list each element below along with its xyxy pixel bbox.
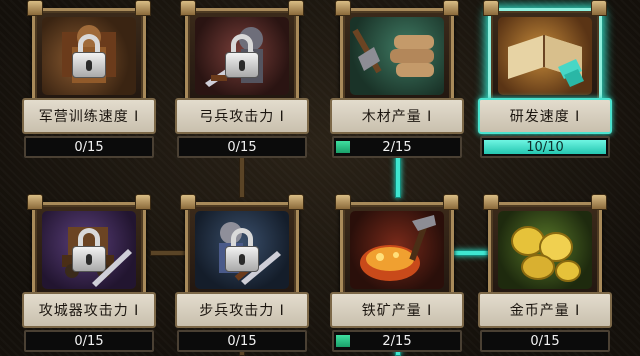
connector-line-active <box>395 156 401 198</box>
card-title: 研发速度 I <box>509 109 581 125</box>
training-dummy-icon <box>42 17 136 95</box>
card-title-plate: 步兵攻击力 I <box>175 292 309 328</box>
tech-card-infantry-attack[interactable]: 步兵攻击力 I 0/15 <box>175 194 309 354</box>
tech-card-gold-production[interactable]: 金币产量 I 0/15 <box>478 194 612 354</box>
card-title: 步兵攻击力 I <box>199 303 285 319</box>
progress-text: 2/15 <box>382 139 412 155</box>
progress-text: 0/15 <box>74 139 104 155</box>
tech-card-archer-attack[interactable]: 弓兵攻击力 I 0/15 <box>175 0 309 160</box>
card-frame <box>27 194 151 298</box>
iron-ore-icon <box>350 211 444 289</box>
progress-text: 0/15 <box>74 333 104 349</box>
infantry-sword-icon <box>195 211 289 289</box>
card-frame <box>335 194 459 298</box>
card-title-plate: 铁矿产量 I <box>330 292 464 328</box>
card-title-plate: 攻城器攻击力 I <box>22 292 156 328</box>
tech-card-siege-attack[interactable]: 攻城器攻击力 I 0/15 <box>22 194 156 354</box>
wood-axe-icon <box>350 17 444 95</box>
card-title-plate: 金币产量 I <box>478 292 612 328</box>
gold-coins-icon <box>498 211 592 289</box>
card-title: 金币产量 I <box>509 303 581 319</box>
card-title-plate: 木材产量 I <box>330 98 464 134</box>
progress-bar: 2/15 <box>332 136 462 158</box>
card-frame <box>483 0 607 104</box>
siege-sword-icon <box>42 211 136 289</box>
progress-bar: 0/15 <box>24 330 154 352</box>
tech-card-research-speed[interactable]: 研发速度 I 10/10 <box>478 0 612 160</box>
progress-bar: 0/15 <box>480 330 610 352</box>
progress-text: 0/15 <box>530 333 560 349</box>
card-frame <box>180 0 304 104</box>
progress-bar: 0/15 <box>177 136 307 158</box>
progress-bar: 0/15 <box>24 136 154 158</box>
tech-card-barracks-speed[interactable]: 军营训练速度 I 0/15 <box>22 0 156 160</box>
research-book-icon <box>498 17 592 95</box>
lock-icon <box>225 34 259 78</box>
card-title: 攻城器攻击力 I <box>38 303 140 319</box>
progress-text: 0/15 <box>227 139 257 155</box>
card-title: 铁矿产量 I <box>361 303 433 319</box>
progress-bar: 0/15 <box>177 330 307 352</box>
card-frame <box>27 0 151 104</box>
card-title: 军营训练速度 I <box>38 109 140 125</box>
card-title-plate: 研发速度 I <box>478 98 612 134</box>
lock-icon <box>72 34 106 78</box>
card-frame <box>180 194 304 298</box>
progress-text: 2/15 <box>382 333 412 349</box>
card-title: 木材产量 I <box>361 109 433 125</box>
archer-sword-icon <box>195 17 289 95</box>
progress-text: 0/15 <box>227 333 257 349</box>
card-title: 弓兵攻击力 I <box>199 109 285 125</box>
card-title-plate: 军营训练速度 I <box>22 98 156 134</box>
lock-icon <box>225 228 259 272</box>
lock-icon <box>72 228 106 272</box>
card-title-plate: 弓兵攻击力 I <box>175 98 309 134</box>
connector-line <box>239 156 245 198</box>
card-frame <box>483 194 607 298</box>
card-frame <box>335 0 459 104</box>
progress-bar: 2/15 <box>332 330 462 352</box>
tech-card-wood-production[interactable]: 木材产量 I 2/15 <box>330 0 464 160</box>
progress-text: 10/10 <box>526 139 564 155</box>
tech-card-iron-production[interactable]: 铁矿产量 I 2/15 <box>330 194 464 354</box>
progress-bar: 10/10 <box>480 136 610 158</box>
